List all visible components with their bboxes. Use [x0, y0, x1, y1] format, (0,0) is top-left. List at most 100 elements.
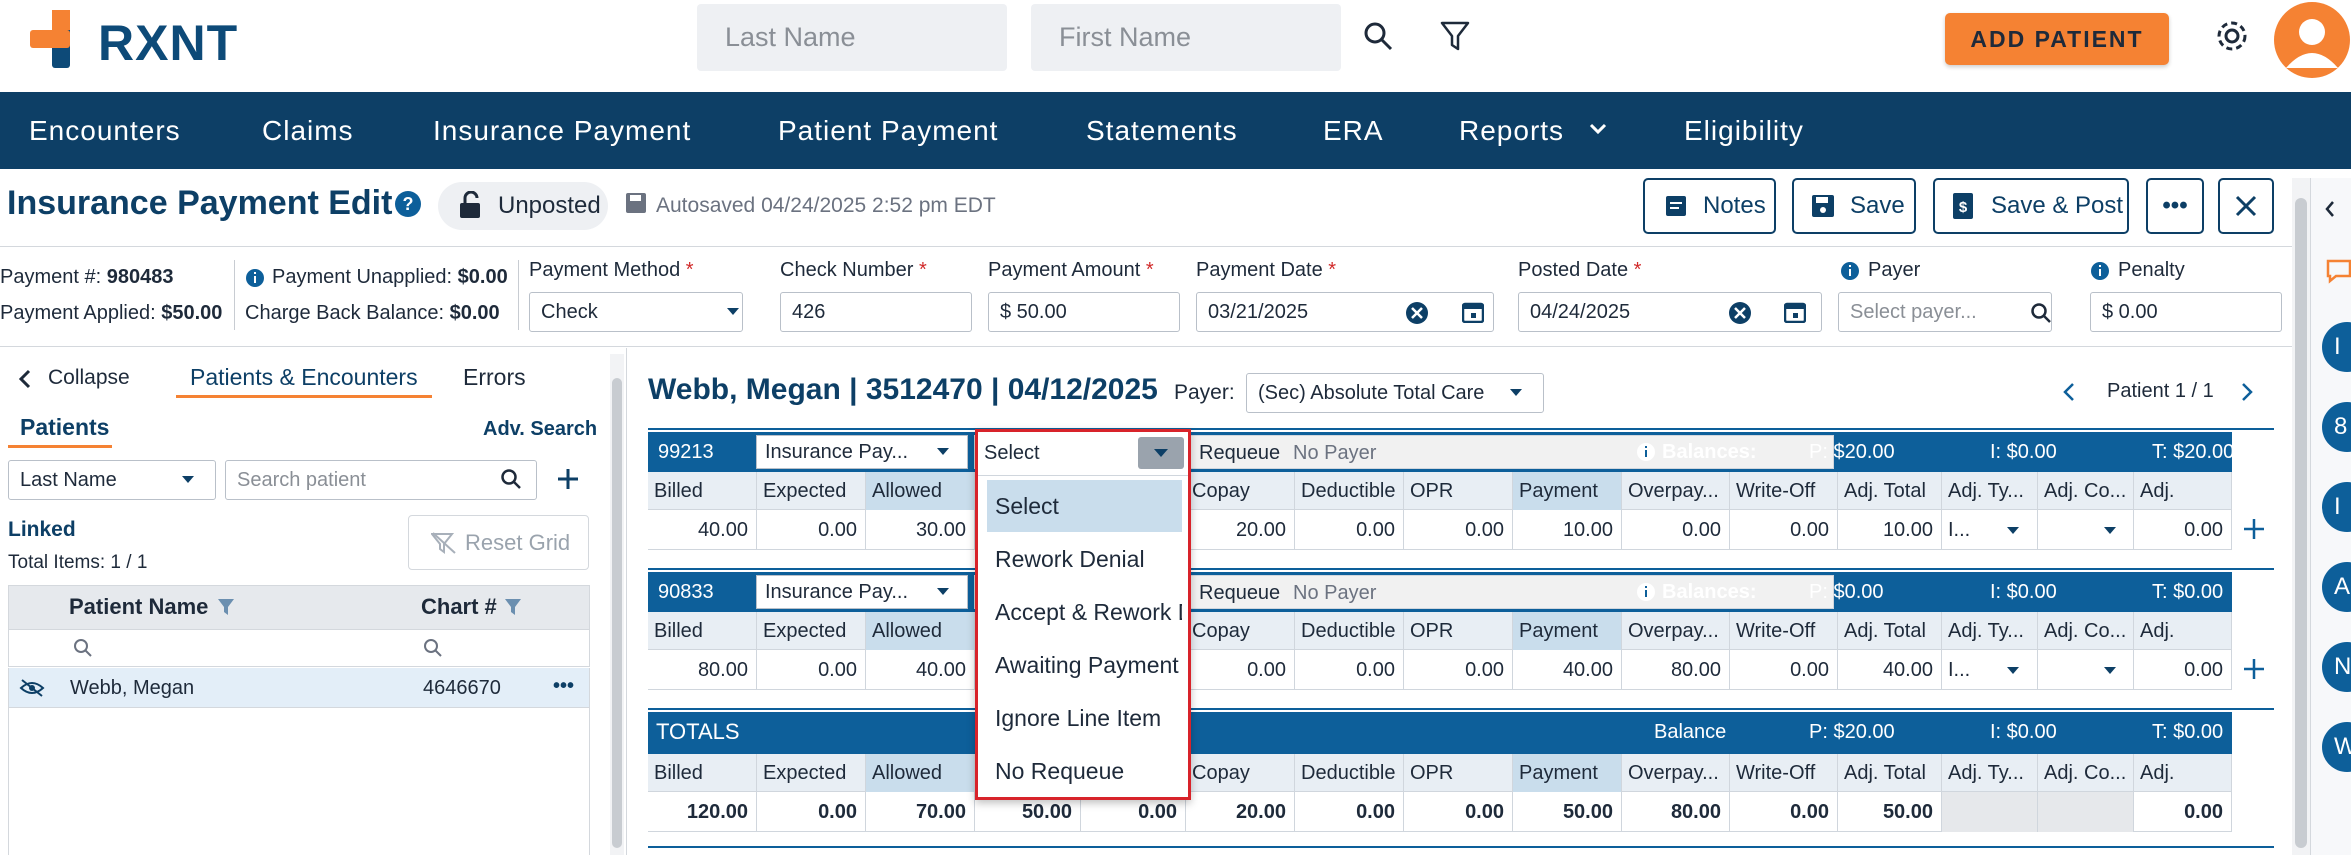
chevron-left-icon[interactable] — [2062, 382, 2076, 402]
search-icon[interactable] — [500, 468, 522, 490]
write-off-input[interactable]: 0.00 — [1730, 650, 1838, 690]
requeue-select[interactable]: Select — [978, 432, 1188, 476]
search-icon[interactable] — [1362, 20, 1394, 52]
write-off-input[interactable]: 0.00 — [1730, 510, 1838, 550]
option-awaiting-payment[interactable]: Awaiting Payment — [987, 639, 1182, 691]
encounter-payer-select[interactable]: (Sec) Absolute Total Care — [1246, 373, 1544, 413]
row-more-button[interactable]: ••• — [553, 675, 574, 698]
first-name-search-input[interactable]: First Name — [1031, 4, 1341, 71]
option-no-requeue[interactable]: No Requeue — [987, 745, 1182, 797]
payer-select[interactable]: Select payer... — [1838, 292, 2052, 332]
calendar-icon[interactable] — [1784, 301, 1806, 323]
penalty-input[interactable]: $ 0.00 — [2090, 292, 2282, 332]
col-overpay: Overpay... — [1622, 612, 1730, 650]
search-patient-input[interactable]: Search patient — [225, 460, 537, 500]
col-patient-name[interactable]: Patient Name — [69, 594, 208, 620]
adj-type-select[interactable]: I... — [1942, 510, 2038, 550]
total-copay: 20.00 — [1186, 792, 1295, 832]
expected-input[interactable]: 0.00 — [757, 510, 866, 550]
copay-input[interactable]: 0.00 — [1186, 650, 1295, 690]
search-icon[interactable] — [423, 638, 443, 658]
add-patient-button[interactable]: ADD PATIENT — [1945, 13, 2169, 65]
option-ignore-line-item[interactable]: Ignore Line Item — [987, 692, 1182, 744]
nav-encounters[interactable]: Encounters — [29, 92, 181, 169]
more-options-button[interactable]: ••• — [2146, 178, 2204, 234]
clear-icon[interactable] — [1405, 301, 1429, 325]
adj-input[interactable]: 0.00 — [2134, 650, 2232, 690]
adj-code-select[interactable] — [2038, 510, 2134, 550]
nav-reports[interactable]: Reports — [1459, 92, 1564, 169]
opr-input[interactable]: 0.00 — [1404, 650, 1513, 690]
copay-input[interactable]: 20.00 — [1186, 510, 1295, 550]
calendar-icon[interactable] — [1462, 301, 1484, 323]
reset-grid-button[interactable]: Reset Grid — [408, 515, 589, 570]
expected-input[interactable]: 0.00 — [757, 650, 866, 690]
payment-amount-input[interactable]: $ 50.00 — [988, 292, 1180, 332]
nav-eligibility[interactable]: Eligibility — [1684, 92, 1804, 169]
payment-input[interactable]: 10.00 — [1513, 510, 1622, 550]
deductible-input[interactable]: 0.00 — [1295, 510, 1404, 550]
main-scrollbar[interactable] — [2292, 178, 2310, 855]
nav-insurance-payment[interactable]: Insurance Payment — [433, 92, 691, 169]
check-number-input[interactable]: 426 — [780, 292, 972, 332]
option-accept-rework[interactable]: Accept & Rework D — [987, 586, 1182, 638]
deductible-input[interactable]: 0.00 — [1295, 650, 1404, 690]
collapse-button[interactable]: Collapse — [48, 366, 130, 390]
tab-errors[interactable]: Errors — [463, 364, 526, 391]
left-scrollbar[interactable] — [610, 354, 624, 855]
allowed-input[interactable]: 30.00 — [866, 510, 975, 550]
close-button[interactable] — [2218, 178, 2274, 234]
eye-slash-icon[interactable] — [19, 678, 45, 698]
requeue-dropdown[interactable]: Select Select Rework Denial Accept & Rew… — [975, 429, 1191, 800]
nav-era[interactable]: ERA — [1323, 92, 1384, 169]
nav-claims[interactable]: Claims — [262, 92, 354, 169]
add-icon[interactable] — [2243, 658, 2265, 680]
option-rework-denial[interactable]: Rework Denial — [987, 533, 1182, 585]
requeue-toggle[interactable] — [1138, 437, 1184, 469]
adj-code-select[interactable] — [2038, 650, 2134, 690]
requeue-label: Requeue — [1199, 442, 1281, 464]
clear-icon[interactable] — [1728, 301, 1752, 325]
chevron-left-icon[interactable] — [2324, 200, 2336, 218]
billed-input[interactable]: 40.00 — [648, 510, 757, 550]
allowed-input[interactable]: 40.00 — [866, 650, 975, 690]
filter-icon[interactable] — [504, 598, 522, 616]
help-icon[interactable]: ? — [394, 190, 422, 218]
payment-date-input[interactable]: 03/21/2025 — [1196, 292, 1494, 332]
col-adj-total: Adj. Total — [1838, 612, 1942, 650]
nav-statements[interactable]: Statements — [1086, 92, 1238, 169]
add-icon[interactable] — [556, 467, 580, 491]
add-icon[interactable] — [2243, 518, 2265, 540]
gear-icon[interactable] — [2214, 18, 2250, 54]
adj-input[interactable]: 0.00 — [2134, 510, 2232, 550]
tab-patients[interactable]: Patients — [20, 414, 109, 441]
filter-icon[interactable] — [217, 598, 235, 616]
avatar[interactable] — [2272, 2, 2351, 78]
overpay-input[interactable]: 0.00 — [1622, 510, 1730, 550]
adv-search-link[interactable]: Adv. Search — [483, 418, 597, 441]
billed-input[interactable]: 80.00 — [648, 650, 757, 690]
search-icon[interactable] — [73, 638, 93, 658]
chevron-left-icon[interactable] — [18, 369, 32, 389]
filter-icon[interactable] — [1440, 20, 1470, 52]
notes-button[interactable]: Notes — [1643, 178, 1776, 234]
option-select[interactable]: Select — [987, 480, 1182, 532]
posted-date-input[interactable]: 04/24/2025 — [1518, 292, 1822, 332]
payment-method-select[interactable]: Check — [529, 292, 743, 332]
tab-patients-encounters[interactable]: Patients & Encounters — [190, 364, 418, 391]
adj-type-select[interactable]: I... — [1942, 650, 2038, 690]
payment-input[interactable]: 40.00 — [1513, 650, 1622, 690]
col-chart-number[interactable]: Chart # — [421, 594, 497, 620]
chevron-right-icon[interactable] — [2240, 382, 2254, 402]
col-overpay: Overpay... — [1622, 472, 1730, 510]
nav-patient-payment[interactable]: Patient Payment — [778, 92, 998, 169]
col-adj-total: Adj. Total — [1838, 754, 1942, 792]
chevron-down-icon[interactable] — [1588, 122, 1608, 136]
last-name-search-input[interactable]: Last Name — [697, 4, 1007, 71]
search-icon[interactable] — [2030, 302, 2052, 324]
logo-icon[interactable] — [30, 10, 92, 68]
overpay-input[interactable]: 80.00 — [1622, 650, 1730, 690]
table-row[interactable]: Webb, Megan 4646670 ••• — [8, 668, 590, 708]
opr-input[interactable]: 0.00 — [1404, 510, 1513, 550]
chat-icon[interactable] — [2326, 258, 2351, 284]
